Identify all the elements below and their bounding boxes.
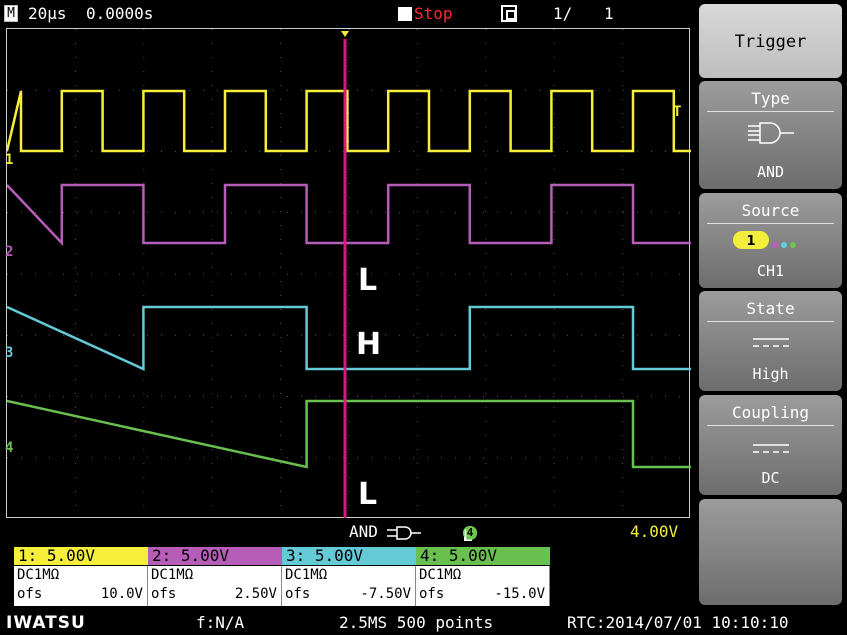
- menu-coupling-separator: [707, 425, 834, 426]
- run-state-label: Stop: [414, 4, 453, 23]
- and-gate-icon: [699, 121, 842, 149]
- ch4-info: DC1MΩ ofs -15.0V: [416, 566, 550, 606]
- ch2-offset: 2.50V: [234, 586, 277, 602]
- trigger-info-row: AND 1H2L3H4L 4.00V: [0, 518, 694, 546]
- ch2-ofs-label: ofs: [151, 586, 177, 602]
- ch3-info: DC1MΩ ofs -7.50V: [282, 566, 416, 606]
- menu-source-title: Source: [741, 201, 800, 220]
- menu-empty-button[interactable]: [699, 499, 842, 605]
- menu-state-value: High: [752, 365, 789, 383]
- svg-text:1: 1: [746, 234, 755, 249]
- stop-icon: [398, 7, 412, 21]
- brand-logo: IWATSU: [6, 613, 86, 633]
- menu-state-title: State: [746, 299, 795, 318]
- ch3-marker[interactable]: 3: [5, 345, 13, 361]
- ch4-scale-label[interactable]: 4: 5.00V: [416, 547, 550, 565]
- menu-type-title: Type: [751, 89, 790, 108]
- ch4-waveform: [6, 399, 691, 469]
- trigger-menu: Trigger Type AND Source 1 CH1 State High…: [694, 0, 847, 610]
- acquire-mode-icon: M: [4, 5, 18, 22]
- level-dash-icon: [699, 335, 842, 354]
- menu-source-separator: [707, 223, 834, 224]
- level-dash-icon: [699, 441, 842, 460]
- ch3-coupling: DC1MΩ: [285, 567, 328, 583]
- ch3-state-label: H: [356, 327, 382, 362]
- page-indicator: 1/: [553, 4, 573, 23]
- menu-source-button[interactable]: Source 1 CH1: [699, 193, 842, 288]
- bottom-status-bar: IWATSU f:N/A 2.5MS 500 points RTC:2014/0…: [0, 610, 847, 635]
- ch3-offset: -7.50V: [360, 586, 411, 602]
- and-gate-icon: [387, 525, 427, 544]
- acquisition-count: 1: [604, 4, 614, 23]
- waveform-graticule: [5, 29, 691, 519]
- top-status-bar: M 20µs 0.0000s Stop 1/ 1: [0, 0, 694, 27]
- ch4-state-label: L: [358, 477, 378, 512]
- ch1-scale-label[interactable]: 1: 5.00V: [14, 547, 148, 565]
- menu-type-separator: [707, 111, 834, 112]
- ch4-coupling: DC1MΩ: [419, 567, 462, 583]
- menu-type-button[interactable]: Type AND: [699, 81, 842, 189]
- ch2-info: DC1MΩ ofs 2.50V: [148, 566, 282, 606]
- ch3-ofs-label: ofs: [285, 586, 311, 602]
- horizontal-position-readout: 0.0000s: [86, 4, 154, 23]
- ch2-marker[interactable]: 2: [5, 244, 13, 260]
- ch1-coupling: DC1MΩ: [17, 567, 60, 583]
- timebase-readout: 20µs: [28, 4, 67, 23]
- menu-state-button[interactable]: State High: [699, 291, 842, 391]
- source-ch1-icon: 1: [699, 229, 842, 255]
- ch4-marker[interactable]: 4: [5, 440, 13, 456]
- trigger-position-marker: [341, 31, 349, 37]
- cond-ch4-state: L: [463, 526, 473, 545]
- ch2-scale-label[interactable]: 2: 5.00V: [148, 547, 282, 565]
- ch2-waveform: [6, 183, 691, 247]
- sampling-readout: 2.5MS 500 points: [339, 613, 494, 632]
- menu-coupling-button[interactable]: Coupling DC: [699, 395, 842, 495]
- ch4-ofs-label: ofs: [419, 586, 445, 602]
- menu-title-label: Trigger: [734, 32, 807, 52]
- menu-type-value: AND: [756, 163, 785, 181]
- menu-title-trigger[interactable]: Trigger: [699, 4, 842, 78]
- ch1-waveform: [5, 89, 691, 153]
- ch2-coupling: DC1MΩ: [151, 567, 194, 583]
- ch1-offset: 10.0V: [100, 586, 143, 602]
- trigger-level-marker[interactable]: T: [673, 104, 681, 120]
- memory-icon: [501, 5, 517, 22]
- menu-state-separator: [707, 321, 834, 322]
- ch1-info: DC1MΩ ofs 10.0V: [14, 566, 148, 606]
- trigger-level-readout: 4.00V: [630, 522, 679, 541]
- rtc-readout: RTC:2014/07/01 10:10:10: [567, 613, 789, 632]
- ch3-waveform: [6, 305, 691, 371]
- ch1-marker[interactable]: 1: [5, 152, 13, 168]
- waveform-display: [5, 28, 691, 519]
- frequency-readout: f:N/A: [196, 613, 245, 632]
- ch4-offset: -15.0V: [494, 586, 545, 602]
- menu-source-value: CH1: [756, 262, 785, 280]
- menu-coupling-title: Coupling: [731, 403, 810, 422]
- ch3-scale-label[interactable]: 3: 5.00V: [282, 547, 416, 565]
- ch1-ofs-label: ofs: [17, 586, 43, 602]
- trigger-mode-label: AND: [349, 522, 378, 541]
- ch2-state-label: L: [358, 263, 378, 298]
- menu-coupling-value: DC: [761, 469, 780, 487]
